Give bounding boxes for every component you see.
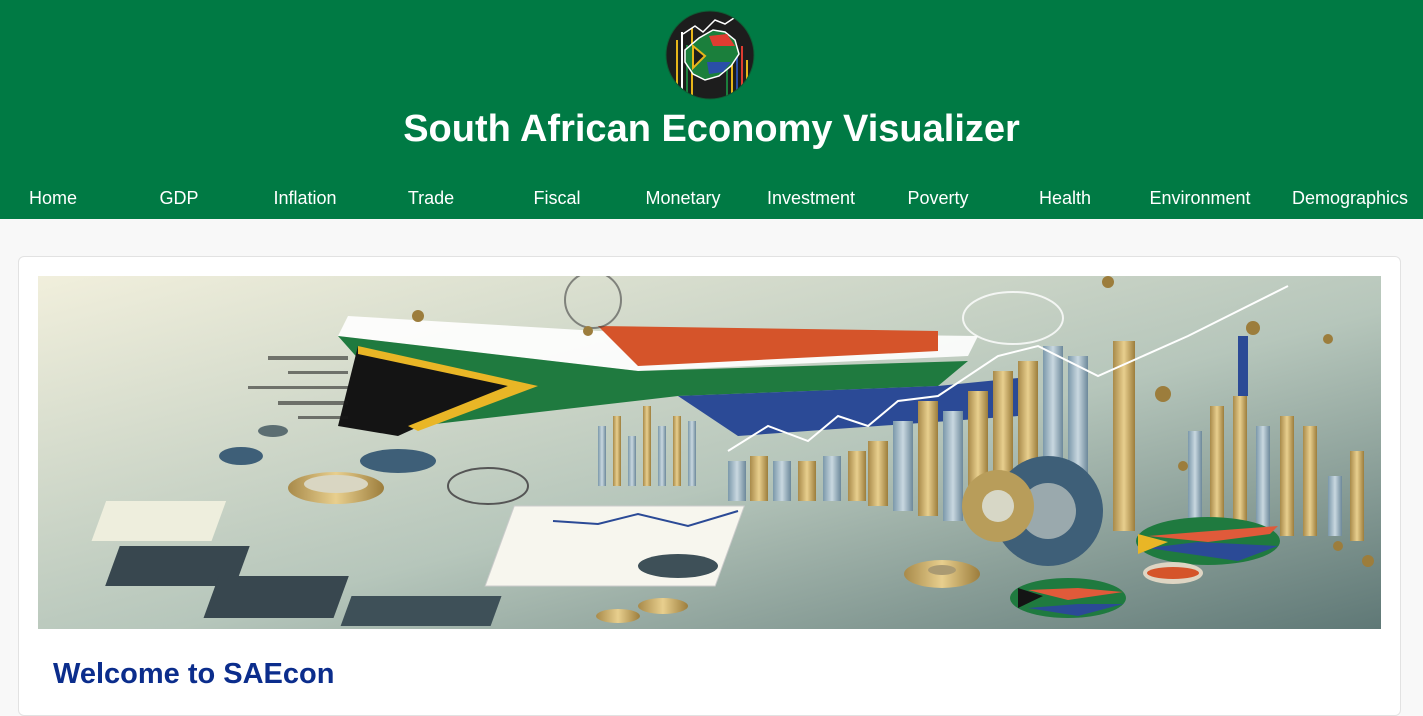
nav-item-trade[interactable]: Trade — [396, 180, 466, 216]
nav-item-demographics[interactable]: Demographics — [1282, 180, 1418, 216]
nav-item-investment[interactable]: Investment — [760, 180, 862, 216]
nav-item-home[interactable]: Home — [17, 180, 89, 216]
site-header: South African Economy Visualizer Home GD… — [0, 0, 1423, 219]
nav-item-environment[interactable]: Environment — [1140, 180, 1260, 216]
welcome-card: Welcome to SAEcon — [18, 256, 1401, 716]
nav-item-monetary[interactable]: Monetary — [638, 180, 728, 216]
nav-item-fiscal[interactable]: Fiscal — [522, 180, 592, 216]
banner-image-icon — [38, 276, 1381, 629]
nav-item-gdp[interactable]: GDP — [146, 180, 212, 216]
nav-item-inflation[interactable]: Inflation — [262, 180, 348, 216]
welcome-heading: Welcome to SAEcon — [53, 658, 335, 690]
nav-item-poverty[interactable]: Poverty — [896, 180, 980, 216]
main-nav: Home GDP Inflation Trade Fiscal Monetary… — [0, 180, 1423, 216]
site-title: South African Economy Visualizer — [403, 108, 1020, 150]
nav-item-health[interactable]: Health — [1030, 180, 1100, 216]
logo-icon — [665, 10, 755, 100]
